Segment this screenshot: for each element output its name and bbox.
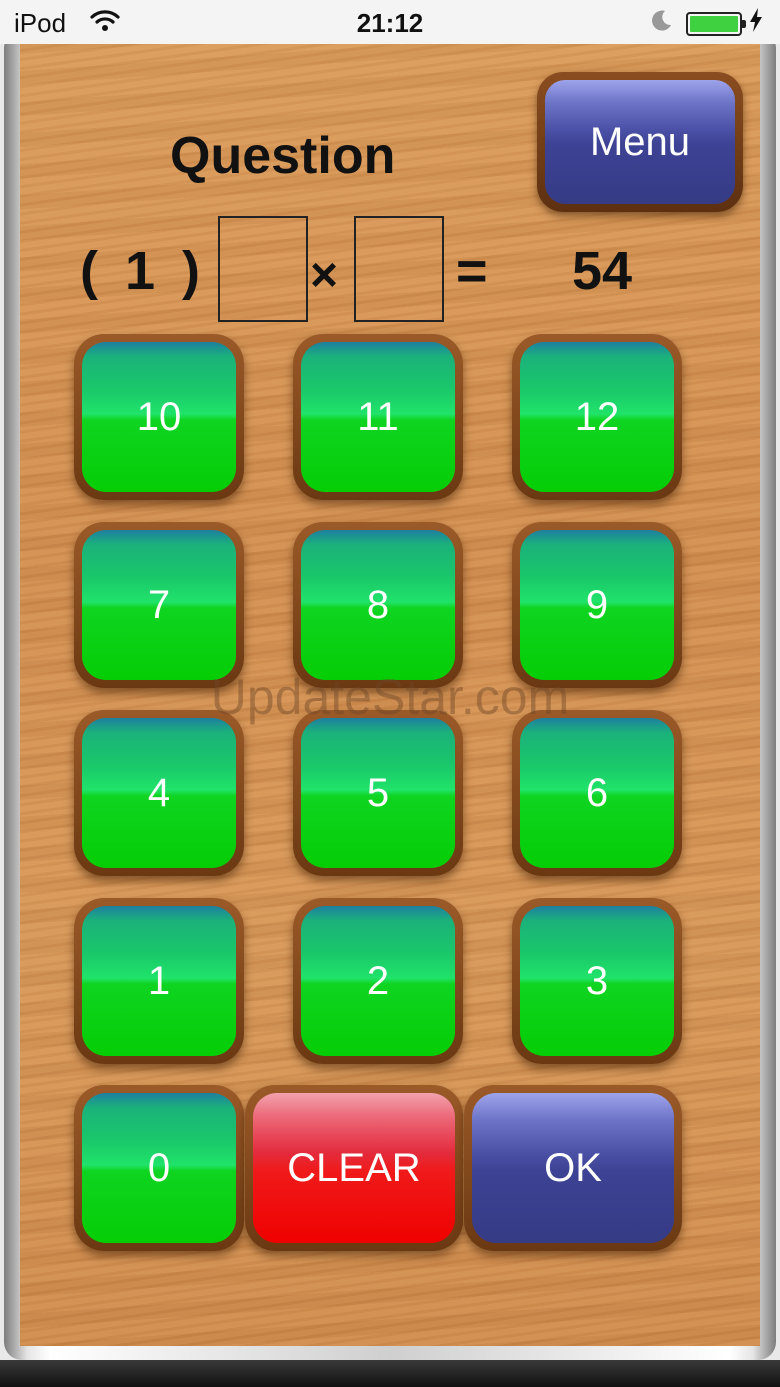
equals-sign: = — [456, 241, 488, 301]
key-5-button[interactable]: 5 — [301, 718, 455, 868]
multiply-sign: × — [310, 249, 339, 302]
key-2-button[interactable]: 2 — [301, 906, 455, 1056]
key-frame: 12 — [512, 334, 682, 500]
battery-icon — [686, 12, 746, 36]
key-frame: 7 — [74, 522, 244, 688]
answer-box-1[interactable] — [218, 216, 308, 322]
key-frame: 1 — [74, 898, 244, 1064]
question-title: Question — [170, 127, 396, 185]
product-value: 54 — [572, 241, 633, 301]
ok-button[interactable]: OK — [472, 1093, 674, 1243]
key-0-button[interactable]: 0 — [82, 1093, 236, 1243]
key-frame: 3 — [512, 898, 682, 1064]
key-frame: 0 — [74, 1085, 244, 1251]
key-frame: 5 — [293, 710, 463, 876]
key-frame: 10 — [74, 334, 244, 500]
key-frame: 9 — [512, 522, 682, 688]
key-frame: CLEAR — [245, 1085, 463, 1251]
key-frame: 6 — [512, 710, 682, 876]
clear-button[interactable]: CLEAR — [253, 1093, 455, 1243]
bottom-edge — [0, 1360, 780, 1387]
key-11-button[interactable]: 11 — [301, 342, 455, 492]
key-4-button[interactable]: 4 — [82, 718, 236, 868]
answer-box-2[interactable] — [354, 216, 444, 322]
key-frame: 2 — [293, 898, 463, 1064]
key-frame: 11 — [293, 334, 463, 500]
key-10-button[interactable]: 10 — [82, 342, 236, 492]
menu-button-frame: Menu — [537, 72, 743, 212]
key-7-button[interactable]: 7 — [82, 530, 236, 680]
key-3-button[interactable]: 3 — [520, 906, 674, 1056]
key-12-button[interactable]: 12 — [520, 342, 674, 492]
key-9-button[interactable]: 9 — [520, 530, 674, 680]
status-bar: iPod 21:12 — [0, 0, 780, 44]
key-frame: 8 — [293, 522, 463, 688]
charging-icon — [749, 8, 763, 39]
key-frame: 4 — [74, 710, 244, 876]
menu-button[interactable]: Menu — [545, 80, 735, 204]
question-number: ( 1 ) — [80, 241, 207, 301]
key-6-button[interactable]: 6 — [520, 718, 674, 868]
key-1-button[interactable]: 1 — [82, 906, 236, 1056]
app-screen: iPod 21:12 Question Menu ( 1 ) × = 54 10… — [0, 0, 780, 1387]
key-frame: OK — [464, 1085, 682, 1251]
do-not-disturb-icon — [650, 8, 674, 39]
key-8-button[interactable]: 8 — [301, 530, 455, 680]
